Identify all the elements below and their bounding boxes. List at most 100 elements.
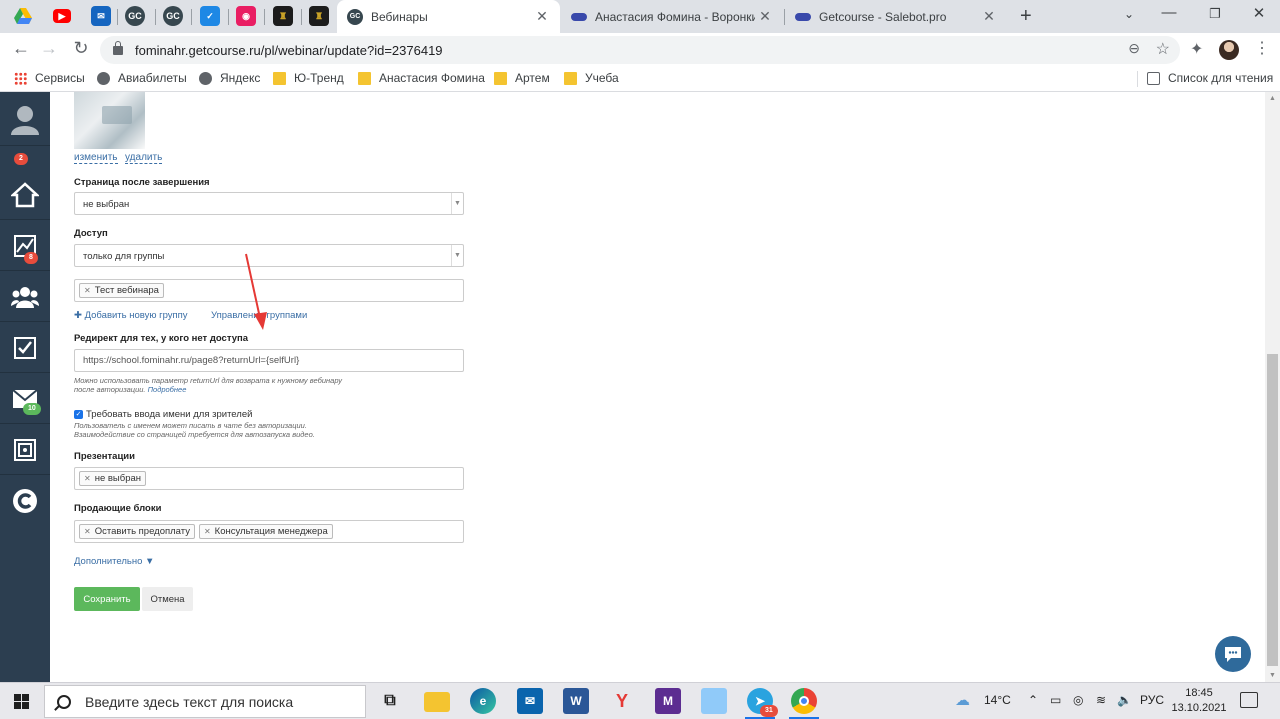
close-tab-icon[interactable]: ✕ xyxy=(532,8,552,25)
extensions-icon[interactable]: ✦ xyxy=(1190,39,1203,59)
bookmark-services[interactable]: Сервисы xyxy=(14,71,85,85)
tag-label: не выбран xyxy=(94,473,142,484)
pinned-tab-instagram[interactable]: ◉ xyxy=(236,6,256,26)
edge-icon[interactable]: e xyxy=(470,688,496,714)
chat-button[interactable] xyxy=(1215,636,1251,672)
pinned-tab-drive[interactable] xyxy=(13,6,33,26)
volume-icon[interactable]: 🔈 xyxy=(1117,693,1132,707)
pinned-tab-gold-2[interactable]: ♜ xyxy=(309,6,329,26)
bookmark-yandex[interactable]: Яндекс xyxy=(199,71,260,85)
address-bar[interactable]: fominahr.getcourse.ru/pl/webinar/update?… xyxy=(100,36,1180,64)
reload-button[interactable]: ↻ xyxy=(70,38,92,59)
scroll-down-icon[interactable]: ▼ xyxy=(1269,672,1276,679)
save-button[interactable]: Сохранить xyxy=(74,587,140,611)
pinned-tab-mail[interactable]: ✉ xyxy=(91,6,111,26)
tab-salebot[interactable]: Getcourse - Salebot.pro ✕ xyxy=(785,0,1007,33)
close-window-button[interactable]: ✕ xyxy=(1249,4,1269,22)
zoom-icon[interactable]: ⊖ xyxy=(1128,40,1140,57)
after-page-select[interactable]: не выбран ▼ xyxy=(74,192,464,215)
bookmark-flights[interactable]: Авиабилеты xyxy=(97,71,187,85)
sidebar-item-safe[interactable] xyxy=(0,425,50,475)
scroll-up-icon[interactable]: ▲ xyxy=(1269,95,1276,102)
bookmark-star-icon[interactable]: ☆ xyxy=(1156,39,1170,59)
bookmark-folder-utrend[interactable]: Ю-Тренд xyxy=(273,71,344,85)
sidebar-item-users[interactable] xyxy=(0,272,50,322)
new-tab-button[interactable]: + xyxy=(1020,5,1032,28)
sidebar-item-messages[interactable] xyxy=(0,374,50,424)
camera-icon[interactable]: ◎ xyxy=(1073,693,1083,707)
notifications-badge[interactable]: 2 xyxy=(14,153,28,165)
tab-funnels[interactable]: Анастасия Фомина - Воронки ✕ xyxy=(561,0,783,33)
start-button[interactable] xyxy=(14,694,29,709)
weather-icon[interactable]: ☁ xyxy=(955,691,970,709)
weather-temp[interactable]: 14°C xyxy=(984,693,1011,707)
installer-icon[interactable] xyxy=(701,688,727,714)
close-tab-icon[interactable]: ✕ xyxy=(755,8,775,25)
bookmark-folder-artem[interactable]: Артем xyxy=(494,71,550,85)
tab-separator xyxy=(191,9,192,25)
sales-blocks-field[interactable]: ✕ Оставить предоплату ✕ Консультация менед… xyxy=(74,520,464,543)
remove-tag-icon[interactable]: ✕ xyxy=(84,286,91,295)
bookmark-folder-fomina[interactable]: Анастасия Фомина xyxy=(358,71,485,85)
search-icon xyxy=(57,694,71,709)
delete-image-link[interactable]: удалить xyxy=(125,152,163,164)
more-settings-toggle[interactable]: Дополнительно ▼ xyxy=(74,556,154,567)
system-clock[interactable]: 18:45 13.10.2021 xyxy=(1170,686,1228,716)
remove-tag-icon[interactable]: ✕ xyxy=(204,527,211,536)
cancel-button[interactable]: Отмена xyxy=(142,587,193,611)
sidebar-item-analytics[interactable] xyxy=(0,221,50,271)
redirect-url-input[interactable]: https://school.fominahr.ru/page8?returnU… xyxy=(74,349,464,372)
close-tab-icon[interactable]: ✕ xyxy=(979,8,999,25)
page-scrollbar[interactable]: ▲ ▼ xyxy=(1265,92,1280,682)
word-icon[interactable]: W xyxy=(563,688,589,714)
presentations-field[interactable]: ✕ не выбран xyxy=(74,467,464,490)
profile-avatar[interactable] xyxy=(1219,40,1239,60)
taskbar-search[interactable]: Введите здесь текст для поиска xyxy=(44,685,366,718)
more-info-link[interactable]: Подробнее xyxy=(148,385,187,394)
language-indicator[interactable]: РУС xyxy=(1140,693,1164,707)
pinned-tab-getcourse[interactable]: GC xyxy=(125,6,145,26)
users-icon xyxy=(11,286,39,308)
file-explorer-icon[interactable] xyxy=(424,692,450,712)
yandex-browser-icon[interactable]: Y xyxy=(609,688,635,714)
notification-center-icon[interactable] xyxy=(1240,692,1258,708)
checkbox-icon xyxy=(14,336,36,359)
browser-menu-icon[interactable]: ⋮ xyxy=(1254,38,1270,58)
getcourse-icon: GC xyxy=(347,8,363,25)
pinned-tab-gold-1[interactable]: ♜ xyxy=(273,6,293,26)
pinned-tab-youtube[interactable]: ▶ xyxy=(53,9,71,23)
minimize-button[interactable]: — xyxy=(1159,4,1179,21)
chrome-icon[interactable] xyxy=(791,688,817,714)
reading-list[interactable]: Список для чтения xyxy=(1147,71,1273,85)
sales-block-tag: ✕ Консультация менеджера xyxy=(198,524,333,539)
task-view-icon[interactable]: ⧉ xyxy=(377,688,403,714)
add-group-link[interactable]: ✚ Добавить новую группу xyxy=(74,310,188,321)
remove-tag-icon[interactable]: ✕ xyxy=(84,527,91,536)
bookmarks-bar: Сервисы Авиабилеты Яндекс Ю-Тренд Анаста… xyxy=(0,66,1280,92)
sidebar-item-tasks[interactable] xyxy=(0,323,50,373)
bookmark-folder-study[interactable]: Учеба xyxy=(564,71,619,85)
pinned-tab-getcourse-2[interactable]: GC xyxy=(163,6,183,26)
scrollbar-thumb[interactable] xyxy=(1267,354,1278,666)
battery-icon[interactable]: ▭ xyxy=(1050,693,1061,707)
hint-text: после авторизации. xyxy=(74,385,146,394)
bookmark-label: Учеба xyxy=(585,71,619,85)
tray-expand-icon[interactable]: ⌃ xyxy=(1028,693,1038,707)
sidebar-item-profile[interactable] xyxy=(0,92,50,146)
require-name-checkbox[interactable]: ✓ xyxy=(74,410,83,419)
sidebar-item-home[interactable] xyxy=(0,170,50,220)
sidebar-item-getcourse[interactable] xyxy=(0,476,50,526)
forward-button[interactable]: → xyxy=(38,38,60,59)
mail-app-icon[interactable]: ✉ xyxy=(517,688,543,714)
maximize-button[interactable]: ❐ xyxy=(1205,6,1225,22)
require-name-label[interactable]: Требовать ввода имени для зрителей xyxy=(86,409,252,420)
visual-studio-icon[interactable]: M xyxy=(655,688,681,714)
pinned-tab-vk[interactable]: ✓ xyxy=(200,6,220,26)
change-image-link[interactable]: изменить xyxy=(74,152,118,164)
wifi-icon[interactable]: ≋ xyxy=(1096,693,1106,707)
remove-tag-icon[interactable]: ✕ xyxy=(84,474,91,483)
tab-webinars[interactable]: GC Вебинары ✕ xyxy=(337,0,560,33)
tab-title: Вебинары xyxy=(371,9,428,24)
tab-search-icon[interactable]: ⌄ xyxy=(1119,7,1139,21)
back-button[interactable]: ← xyxy=(10,38,32,59)
